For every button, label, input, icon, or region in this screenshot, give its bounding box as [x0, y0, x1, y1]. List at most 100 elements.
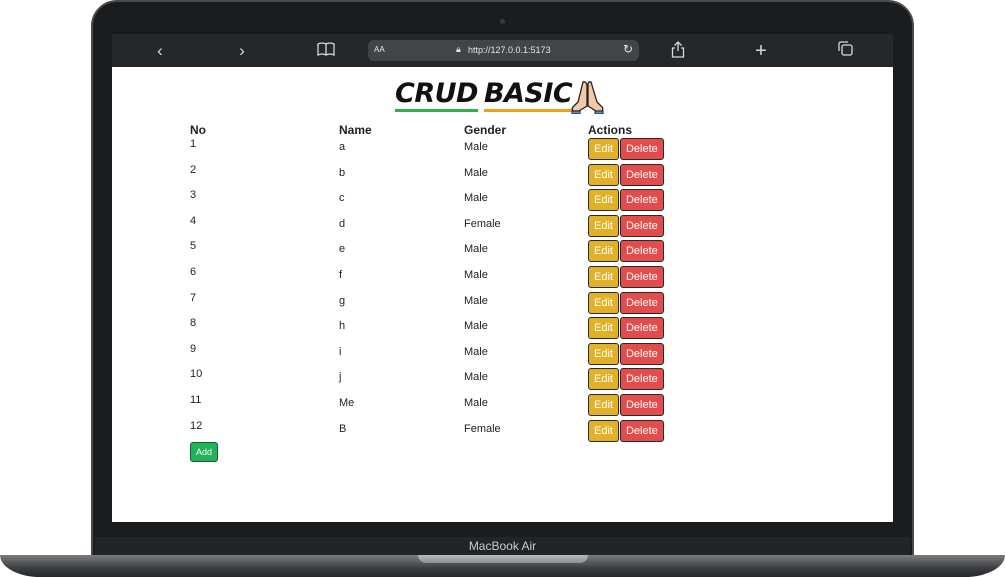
cell-no: 10: [190, 368, 203, 381]
reader-aa-button[interactable]: AA: [374, 45, 385, 54]
edit-button[interactable]: Edit: [588, 317, 619, 340]
edit-button[interactable]: Edit: [588, 163, 619, 186]
edit-button[interactable]: Edit: [588, 342, 619, 365]
cell-actions: Edit Delete: [587, 419, 677, 445]
bookmarks-icon[interactable]: [316, 41, 336, 61]
edit-button[interactable]: Edit: [588, 368, 619, 391]
delete-button[interactable]: Delete: [619, 138, 664, 160]
users-table: No Name Gender Actions 1 a Male Edit Delete 2…: [188, 122, 677, 444]
cell-actions: Edit Delete: [587, 214, 677, 240]
cell-gender: Male: [464, 243, 488, 256]
edit-button[interactable]: Edit: [588, 214, 619, 237]
address-bar[interactable]: AA 🔒︎ http://127.0.0.1:5173 ↻: [368, 40, 639, 61]
edit-button[interactable]: Edit: [588, 138, 619, 160]
cell-gender: Male: [464, 345, 488, 358]
delete-button[interactable]: Delete: [619, 342, 664, 365]
delete-button[interactable]: Delete: [619, 419, 664, 442]
cell-no: 11: [190, 393, 202, 406]
browser-window: ‹ › AA 🔒︎ http://127.0.0.1:5173 ↻ + CRUD…: [112, 34, 893, 522]
cell-gender: Male: [464, 396, 488, 409]
table-row: 9 i Male Edit Delete: [188, 342, 677, 368]
cell-actions: Edit Delete: [587, 367, 677, 393]
cell-no: 3: [190, 189, 197, 202]
header-actions: Actions: [588, 123, 633, 137]
cell-gender: Female: [464, 217, 501, 230]
cell-no: 4: [190, 214, 197, 227]
title-word-basic: BASIC: [483, 78, 573, 112]
cell-gender: Male: [464, 166, 488, 179]
table-header-row: No Name Gender Actions: [188, 122, 677, 137]
cell-no: 12: [190, 419, 203, 432]
cell-gender: Female: [464, 422, 501, 435]
delete-button[interactable]: Delete: [619, 163, 664, 186]
edit-button[interactable]: Edit: [588, 265, 619, 288]
cell-actions: Edit Delete: [587, 393, 677, 419]
cell-name: d: [339, 217, 346, 230]
edit-button[interactable]: Edit: [588, 189, 619, 212]
edit-button[interactable]: Edit: [588, 393, 619, 416]
back-icon[interactable]: ‹: [150, 41, 170, 61]
edit-button[interactable]: Edit: [588, 240, 619, 263]
table-row: 11 Me Male Edit Delete: [188, 393, 677, 419]
header-gender: Gender: [464, 123, 507, 137]
cell-no: 2: [190, 163, 197, 176]
delete-button[interactable]: Delete: [619, 393, 664, 416]
cell-actions: Edit Delete: [587, 342, 677, 368]
table-row: 8 h Male Edit Delete: [188, 316, 677, 342]
cell-actions: Edit Delete: [587, 163, 677, 189]
table-row: 4 d Female Edit Delete: [188, 214, 677, 240]
cell-name: f: [339, 268, 343, 281]
camera: [500, 19, 505, 24]
cell-name: c: [339, 192, 345, 205]
reload-icon[interactable]: ↻: [623, 42, 633, 56]
cell-name: h: [339, 320, 346, 333]
cell-gender: Male: [464, 141, 488, 153]
cell-actions: Edit Delete: [587, 291, 677, 317]
delete-button[interactable]: Delete: [619, 240, 664, 263]
folded-hands-icon: [571, 81, 604, 114]
cell-gender: Male: [464, 294, 488, 307]
cell-name: i: [339, 345, 342, 358]
delete-button[interactable]: Delete: [619, 317, 664, 340]
cell-name: e: [339, 243, 346, 256]
browser-toolbar: ‹ › AA 🔒︎ http://127.0.0.1:5173 ↻ +: [112, 34, 893, 67]
cell-name: B: [339, 422, 347, 435]
share-icon[interactable]: [668, 41, 688, 61]
delete-button[interactable]: Delete: [619, 368, 664, 391]
delete-button[interactable]: Delete: [619, 291, 664, 314]
header-name: Name: [339, 123, 372, 137]
cell-gender: Male: [464, 268, 488, 281]
cell-gender: Male: [464, 192, 488, 205]
cell-gender: Male: [464, 371, 488, 384]
device-label: MacBook Air: [95, 537, 910, 555]
cell-actions: Edit Delete: [587, 188, 677, 214]
cell-no: 8: [190, 317, 197, 330]
cell-actions: Edit Delete: [587, 137, 677, 163]
delete-button[interactable]: Delete: [619, 265, 664, 288]
cell-actions: Edit Delete: [587, 316, 677, 342]
new-tab-icon[interactable]: +: [751, 41, 771, 61]
cell-name: j: [339, 371, 342, 384]
lock-icon: 🔒︎: [456, 44, 461, 54]
table-row: 6 f Male Edit Delete: [188, 265, 677, 291]
cell-actions: Edit Delete: [587, 239, 677, 265]
url-text[interactable]: http://127.0.0.1:5173: [468, 45, 551, 55]
table-row: 12 B Female Edit Delete: [188, 419, 677, 445]
tabs-overview-icon[interactable]: [835, 41, 855, 61]
forward-icon[interactable]: ›: [232, 41, 252, 61]
edit-button[interactable]: Edit: [588, 291, 619, 314]
cell-no: 6: [190, 265, 197, 278]
cell-gender: Male: [464, 320, 488, 333]
delete-button[interactable]: Delete: [619, 189, 664, 212]
cell-name: a: [339, 141, 346, 153]
table-row: 3 c Male Edit Delete: [188, 188, 677, 214]
title-word-crud: CRUD: [395, 78, 478, 112]
cell-no: 1: [190, 138, 197, 150]
delete-button[interactable]: Delete: [619, 214, 664, 237]
table-row: 10 j Male Edit Delete: [188, 367, 677, 393]
edit-button[interactable]: Edit: [588, 419, 619, 442]
table-row: 5 e Male Edit Delete: [188, 239, 677, 265]
laptop-notch: [418, 555, 588, 563]
add-button[interactable]: Add: [190, 442, 219, 462]
cell-actions: Edit Delete: [587, 265, 677, 291]
